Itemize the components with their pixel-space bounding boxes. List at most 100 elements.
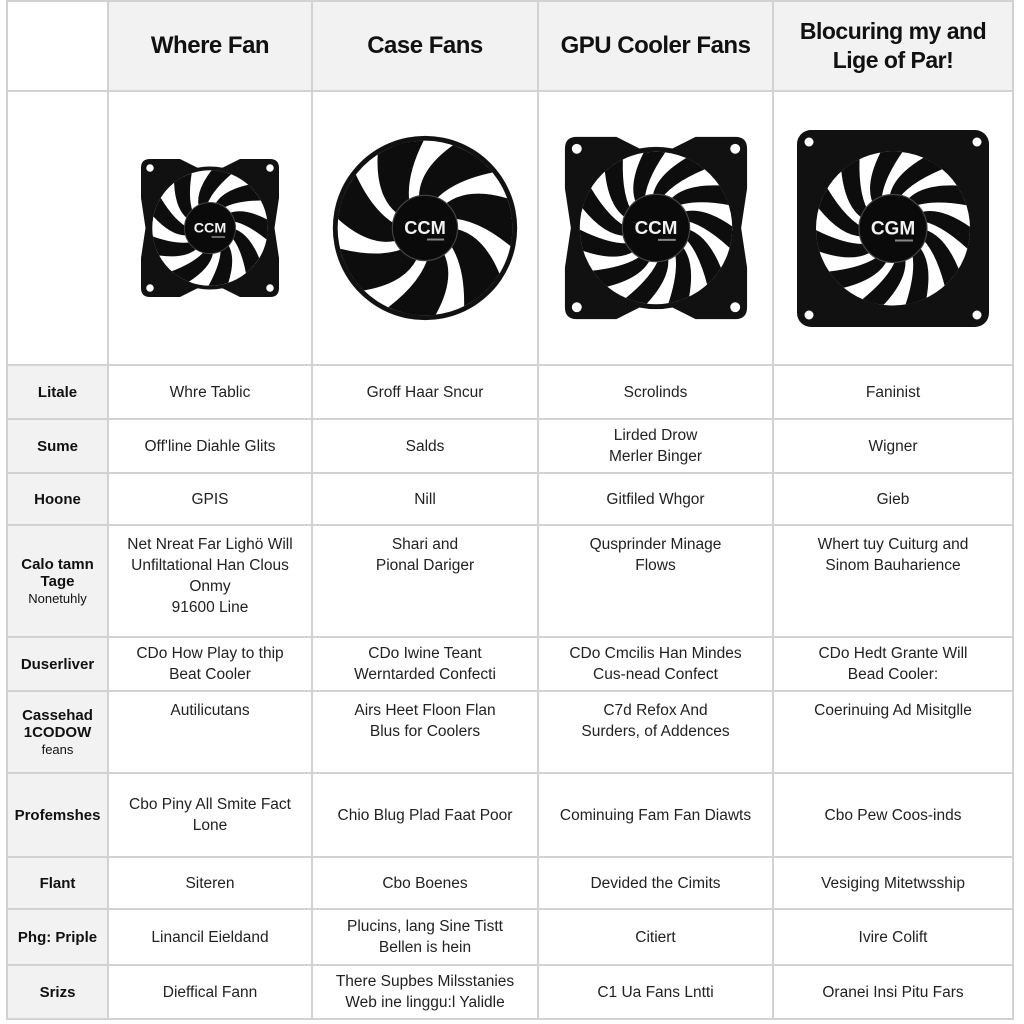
mount-hole: [571, 302, 582, 313]
row-header-text: Flant: [39, 874, 76, 892]
fan-comparison-table: Where Fan Case Fans GPU Cooler Fans Bloc…: [6, 0, 1014, 1020]
table-cell: Devided the Cimits: [537, 856, 774, 910]
image-row: CCM CCM CCM CGM: [6, 90, 1014, 366]
cell-text: Scrolinds: [623, 383, 688, 401]
row-header-text: Duserliver: [20, 655, 95, 673]
table-cell: CDo Hedt Grante Will Bead Cooler:: [772, 636, 1014, 692]
cell-text: CDo Cmcilis Han Mindes: [569, 645, 742, 662]
mount-hole: [972, 137, 982, 146]
mount-hole: [146, 284, 154, 292]
table-cell: Wigner: [772, 418, 1014, 474]
cell-text: 91600 Line: [171, 599, 249, 616]
fan-brand-label: CGM: [871, 218, 915, 239]
table-cell: Linancil Eieldand: [107, 908, 313, 966]
row-header: Litale: [6, 364, 109, 420]
cell-text: Whert tuy Cuiturg and: [817, 536, 969, 553]
table-cell: Vesiging Mitetwsship: [772, 856, 1014, 910]
row-header: Hoone: [6, 472, 109, 526]
table-row: Cassehad 1CODOW feans Autilicutans Airs Heet…: [6, 690, 1014, 774]
column-header: Case Fans: [311, 0, 539, 92]
table-cell: Oranei Insi Pitu Fars: [772, 964, 1014, 1020]
cell-text: Off'line Diahle Glits: [144, 437, 276, 455]
cell-text: Gitfiled Whgor: [606, 490, 705, 508]
row-header-text: Cassehad: [22, 706, 93, 724]
table-cell: There Supbes Milsstanies Web ine linggu:l…: [311, 964, 539, 1020]
table-cell: Cominuing Fam Fan Diawts: [537, 772, 774, 858]
cell-text: Shari and: [391, 536, 459, 553]
table-cell: C7d Refox And Surders, of Addences: [537, 690, 774, 774]
cell-text: Onmy: [189, 578, 231, 595]
fan-square-rounded-frame-icon: CGM: [797, 129, 989, 327]
table-cell: Whre Tablic: [107, 364, 313, 420]
row-header-subtext: feans: [41, 741, 74, 757]
cell-text: Siteren: [185, 874, 235, 892]
cell-text: C7d Refox And: [603, 702, 708, 719]
cell-text: Lirded Drow: [613, 427, 698, 444]
cell-text: Vesiging Mitetwsship: [821, 874, 965, 892]
cell-text: Flows: [635, 557, 676, 574]
mount-hole: [729, 302, 740, 313]
table-cell: Gitfiled Whgor: [537, 472, 774, 526]
table-row: Profemshes Cbo Piny All Smite Fact Lone Chi…: [6, 772, 1014, 858]
row-header: Phg: Priple: [6, 908, 109, 966]
table-cell: Autilicutans: [107, 690, 313, 774]
table-row: Hoone GPIS Nill Gitfiled Whgor Gieb: [6, 472, 1014, 526]
table-row: Flant Siteren Cbo Boenes Devided the Cimits…: [6, 856, 1014, 910]
table-cell: GPIS: [107, 472, 313, 526]
column-header: Where Fan: [107, 0, 313, 92]
cell-text: Oranei Insi Pitu Fars: [822, 983, 964, 1001]
table-cell: C1 Ua Fans Lntti: [537, 964, 774, 1020]
row-header: Duserliver: [6, 636, 109, 692]
image-row-corner: [6, 90, 109, 366]
cell-text: Cbo Pew Coos-inds: [824, 806, 962, 824]
fan-brand-label: CCM: [194, 221, 226, 237]
cell-text: Cbo Boenes: [382, 874, 468, 892]
cell-text: Wigner: [868, 437, 918, 455]
table-cell: Faninist: [772, 364, 1014, 420]
row-header-text: Litale: [37, 383, 78, 401]
table-cell: Cbo Pew Coos-inds: [772, 772, 1014, 858]
cell-text: Linancil Eieldand: [151, 928, 269, 946]
cell-text: Chio Blug Plad Faat Poor: [337, 806, 513, 824]
table-cell: Chio Blug Plad Faat Poor: [311, 772, 539, 858]
fan-brand-subtext: [657, 238, 676, 241]
cell-text: Cominuing Fam Fan Diawts: [559, 806, 752, 824]
cell-text: Whre Tablic: [169, 383, 251, 401]
fan-brand-label: CCM: [404, 217, 446, 238]
cell-text: CDo Iwine Teant: [368, 645, 482, 662]
corner-cell: [6, 0, 109, 92]
table-cell: Nill: [311, 472, 539, 526]
table-cell: Siteren: [107, 856, 313, 910]
mount-hole: [146, 164, 154, 172]
cell-text: Cbo Piny All Smite Fact: [129, 796, 291, 813]
table-cell: Cbo Piny All Smite Fact Lone: [107, 772, 313, 858]
cell-text: Dieffical Fann: [162, 983, 258, 1001]
row-header-subtext: Nonetuhly: [28, 590, 87, 606]
mount-hole: [729, 143, 740, 154]
cell-text: Gieb: [876, 490, 910, 508]
cell-text: There Supbes Milsstanies: [335, 973, 515, 990]
cell-text: Ivire Colift: [858, 928, 928, 946]
row-header: Calo tamn Tage Nonetuhly: [6, 524, 109, 638]
table-cell: Cbo Boenes: [311, 856, 539, 910]
mount-hole: [266, 164, 274, 172]
column-header: GPU Cooler Fans: [537, 0, 774, 92]
fan-square-frame-icon: CCM: [564, 136, 747, 320]
table-cell: Qusprinder Minage Flows: [537, 524, 774, 638]
table-row: Phg: Priple Linancil Eieldand Plucins, lan…: [6, 908, 1014, 966]
cell-text: Merler Binger: [608, 448, 703, 465]
cell-text: C1 Ua Fans Lntti: [597, 983, 714, 1001]
column-header-row: Where Fan Case Fans GPU Cooler Fans Bloc…: [6, 0, 1014, 92]
table-row: Srizs Dieffical Fann There Supbes Milsstan…: [6, 964, 1014, 1020]
cell-text: Salds: [405, 437, 445, 455]
cell-text: Bead Cooler:: [847, 666, 939, 683]
table-row: Litale Whre Tablic Groff Haar Sncur Scrolin…: [6, 364, 1014, 420]
table-cell: Lirded Drow Merler Binger: [537, 418, 774, 474]
table-row: Duserliver CDo How Play to thip Beat Coole…: [6, 636, 1014, 692]
table-row: Calo tamn Tage Nonetuhly Net Nreat Far Ligh…: [6, 524, 1014, 638]
table-cell: Plucins, lang Sine Tistt Bellen is hein: [311, 908, 539, 966]
cell-text: Blus for Coolers: [369, 723, 481, 740]
cell-text: Autilicutans: [170, 702, 250, 719]
fan-brand-subtext: [895, 239, 913, 241]
cell-text: Werntarded Confecti: [354, 666, 496, 683]
